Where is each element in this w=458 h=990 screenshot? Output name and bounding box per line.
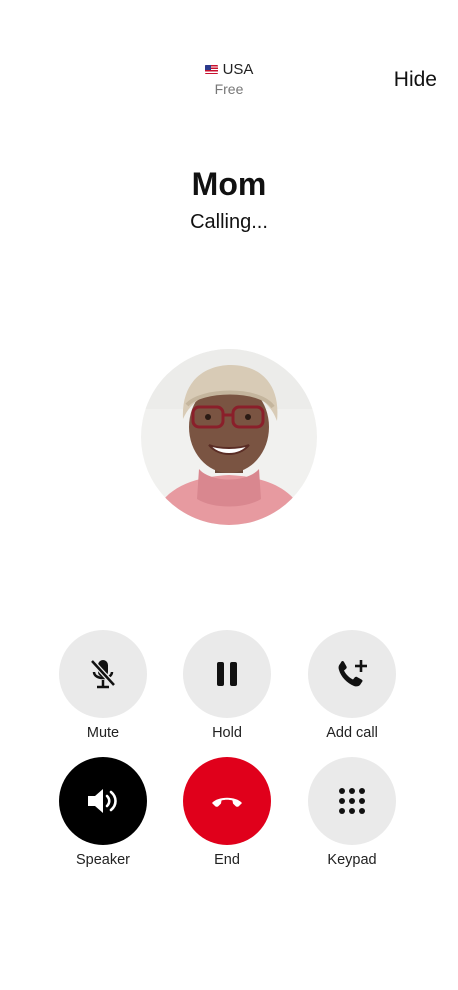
avatar-photo: [141, 349, 317, 525]
phone-hangup-icon: [212, 797, 242, 807]
avatar: [141, 349, 317, 525]
contact-name: Mom: [191, 166, 267, 202]
keypad-icon: [339, 788, 365, 814]
keypad-control: Keypad: [292, 757, 412, 868]
end-call-button[interactable]: [183, 757, 271, 845]
region-name: USA: [222, 61, 254, 78]
microphone-off-icon: [90, 659, 116, 689]
end-label: End: [214, 852, 240, 868]
add-call-button[interactable]: [308, 630, 396, 718]
hold-button[interactable]: [183, 630, 271, 718]
add-call-label: Add call: [326, 725, 378, 741]
phone-plus-icon: [338, 660, 367, 687]
speaker-icon: [88, 789, 117, 813]
keypad-button[interactable]: [308, 757, 396, 845]
end-control: End: [167, 757, 287, 868]
hold-label: Hold: [212, 725, 242, 741]
hide-button[interactable]: Hide: [394, 68, 437, 92]
mute-button[interactable]: [59, 630, 147, 718]
us-flag-icon: [204, 65, 218, 74]
region-price: Free: [214, 81, 244, 97]
call-status: Calling...: [190, 211, 268, 233]
hold-control: Hold: [167, 630, 287, 741]
mute-control: Mute: [43, 630, 163, 741]
region-row: USA: [0, 61, 458, 78]
speaker-button[interactable]: [59, 757, 147, 845]
add-call-control: Add call: [292, 630, 412, 741]
region-info: USA Free: [0, 61, 458, 97]
speaker-control: Speaker: [43, 757, 163, 868]
keypad-label: Keypad: [327, 852, 377, 868]
speaker-label: Speaker: [75, 852, 130, 868]
pause-icon: [217, 662, 237, 686]
mute-label: Mute: [86, 725, 120, 741]
